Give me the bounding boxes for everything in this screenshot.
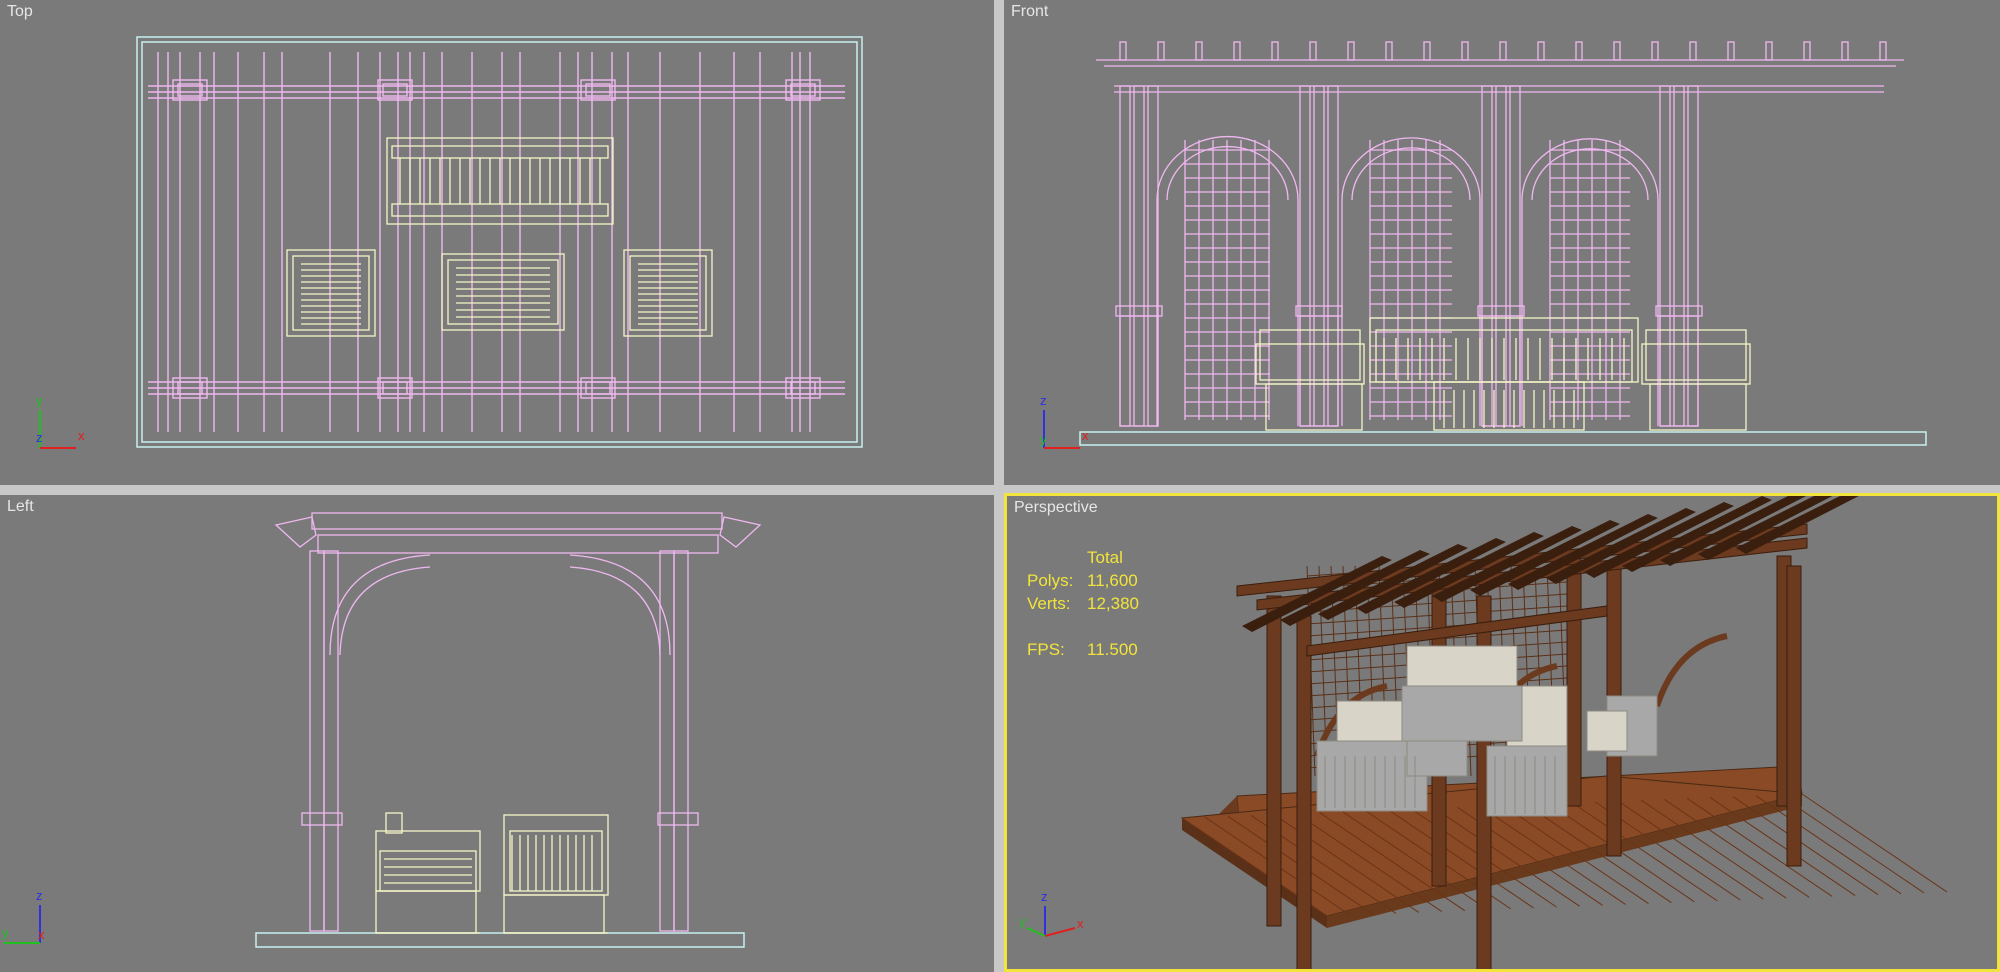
axis-gizmo-perspective: z x y (1019, 889, 1084, 937)
viewport-grid: Top y x z Front z x y Left z y x Perspec… (0, 0, 2000, 972)
axis-label-x: x (1082, 428, 1089, 443)
axis-gizmo-top: y x z (36, 393, 85, 449)
left-view-wireframe: z y x (2, 512, 762, 948)
axis-label-y: y (1040, 432, 1047, 447)
axis-label-x: x (38, 927, 45, 942)
axis-label-y: y (2, 925, 9, 940)
viewport-left[interactable]: Left z y x (0, 495, 994, 972)
axis-gizmo-front: z x y (1040, 393, 1089, 449)
axis-label-z: z (1040, 393, 1047, 408)
perspective-render: z x y (1019, 496, 1948, 969)
axis-label-y: y (36, 393, 43, 408)
axis-label-z: z (1041, 889, 1048, 904)
axis-label-z: z (36, 430, 43, 445)
axis-label-y: y (1019, 914, 1026, 929)
viewport-perspective[interactable]: Perspective Total Polys: 11,600 Verts: 12,… (1004, 493, 2000, 972)
front-view-wireframe: z x y (1040, 41, 1927, 449)
top-view-wireframe: y x z (36, 36, 863, 449)
axis-label-x: x (78, 428, 85, 443)
axis-label-z: z (36, 888, 43, 903)
axis-gizmo-left: z y x (2, 888, 45, 944)
viewport-top[interactable]: Top y x z (0, 0, 994, 485)
viewport-front[interactable]: Front z x y (1004, 0, 2000, 485)
axis-label-x: x (1077, 916, 1084, 931)
